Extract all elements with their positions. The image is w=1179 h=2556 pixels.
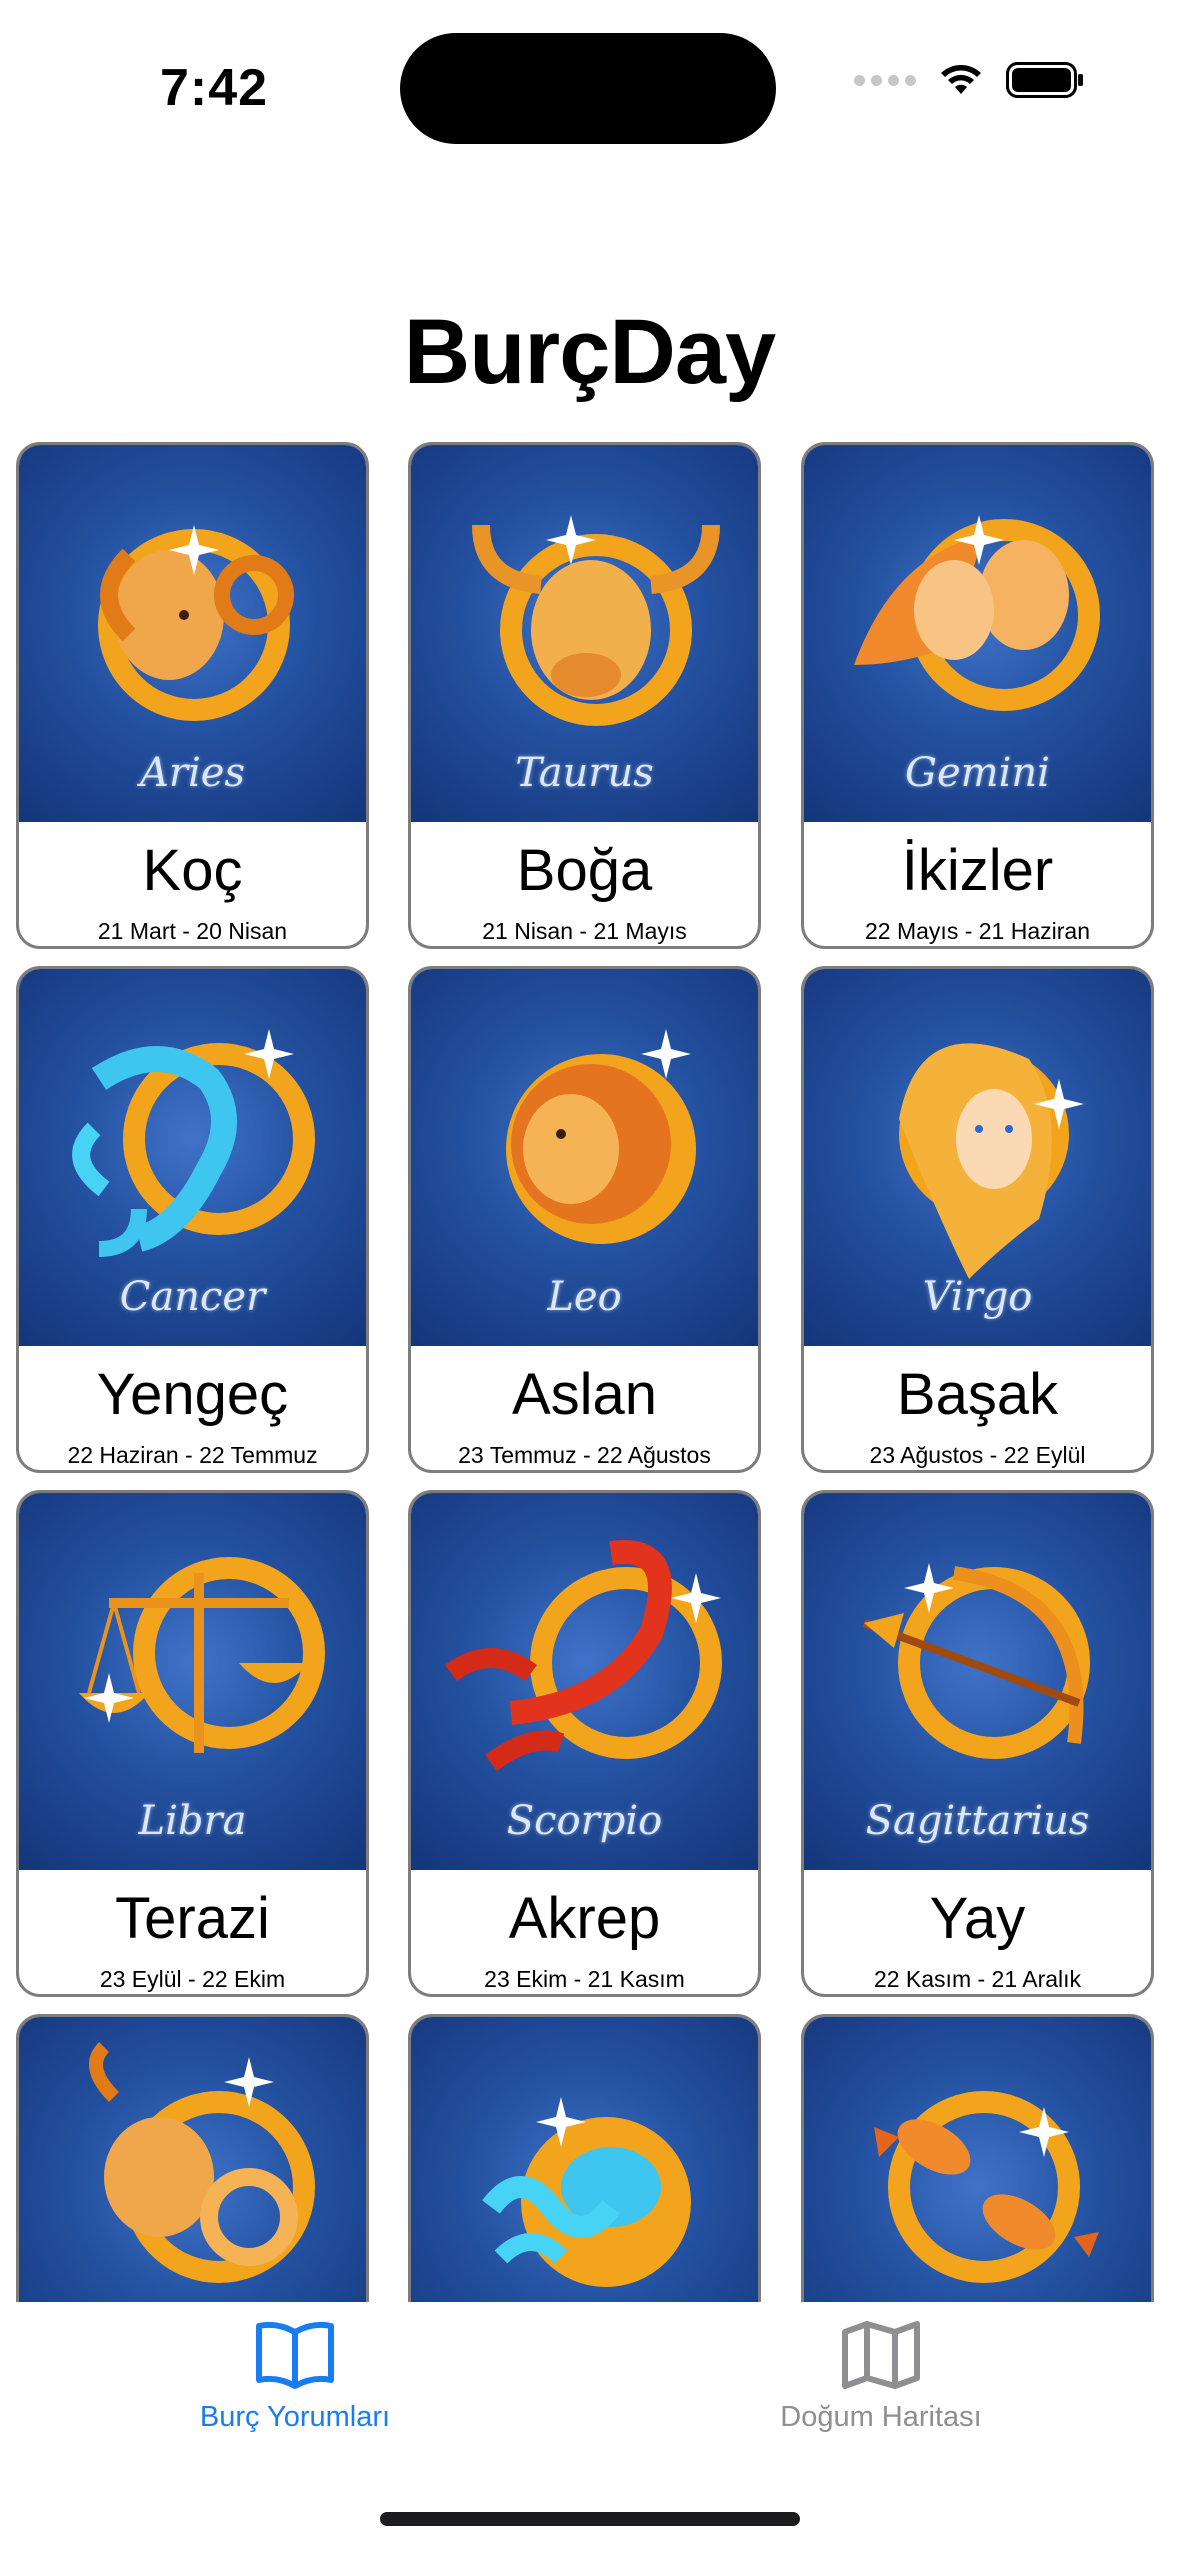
maiden-icon: Virgo xyxy=(804,969,1151,1346)
book-icon xyxy=(256,2321,334,2389)
sign-name: Aslan xyxy=(511,1362,658,1427)
sign-dates: 22 Kasım - 21 Aralık xyxy=(873,1966,1082,1992)
bull-icon: Taurus xyxy=(411,445,758,822)
crab-icon: Cancer xyxy=(19,969,366,1346)
sign-dates: 23 Eylül - 22 Ekim xyxy=(99,1966,286,1992)
sign-dates: 22 Haziran - 22 Temmuz xyxy=(67,1442,318,1468)
wifi-icon xyxy=(941,65,981,94)
zodiac-card-sagittarius[interactable]: Sagittarius Yay 22 Kasım - 21 Aralık xyxy=(801,1490,1154,1997)
sign-dates: 23 Temmuz - 22 Ağustos xyxy=(458,1442,711,1468)
sign-dates: 23 Ağustos - 22 Eylül xyxy=(869,1442,1086,1468)
goat-icon xyxy=(19,2017,366,2302)
tab-burc-yorumlari[interactable]: Burç Yorumları xyxy=(125,2320,465,2434)
status-time: 7:42 xyxy=(160,59,269,117)
zodiac-card-gemini[interactable]: Gemini İkizler 22 Mayıs - 21 Haziran xyxy=(801,442,1154,949)
zodiac-card-virgo[interactable]: Virgo Başak 23 Ağustos - 22 Eylül xyxy=(801,966,1154,1473)
zodiac-card-taurus[interactable]: Taurus Boğa 21 Nisan - 21 Mayıs xyxy=(408,442,761,949)
zodiac-card-scorpio[interactable]: Scorpio Akrep 23 Ekim - 21 Kasım xyxy=(408,1490,761,1997)
sign-dates: 22 Mayıs - 21 Haziran xyxy=(865,918,1090,944)
status-icons xyxy=(854,62,1084,98)
zodiac-grid[interactable]: Aries Koç 21 Mart - 20 Nisan Taurus Boğa… xyxy=(16,442,1164,2302)
sign-name: Akrep xyxy=(508,1886,661,1951)
sign-name: Yay xyxy=(929,1886,1026,1951)
zodiac-card-aquarius[interactable] xyxy=(408,2014,761,2302)
signal-dots-icon xyxy=(854,74,916,86)
lion-icon: Leo xyxy=(411,969,758,1346)
water-bearer-icon xyxy=(411,2017,758,2302)
home-indicator[interactable] xyxy=(380,2512,800,2526)
zodiac-card-pisces[interactable] xyxy=(801,2014,1154,2302)
sign-dates: 21 Mart - 20 Nisan xyxy=(97,918,288,944)
fish-icon xyxy=(804,2017,1151,2302)
zodiac-card-leo[interactable]: Leo Aslan 23 Temmuz - 22 Ağustos xyxy=(408,966,761,1473)
zodiac-card-libra[interactable]: Libra Terazi 23 Eylül - 22 Ekim xyxy=(16,1490,369,1997)
sign-name: Yengeç xyxy=(96,1362,289,1427)
sign-name: Koç xyxy=(142,838,243,903)
dynamic-island xyxy=(400,33,776,144)
sign-name: İkizler xyxy=(901,838,1054,903)
bow-icon: Sagittarius xyxy=(804,1493,1151,1870)
scorpion-icon: Scorpio xyxy=(411,1493,758,1870)
tab-label: Doğum Haritası xyxy=(780,2401,982,2433)
tab-dogum-haritasi[interactable]: Doğum Haritası xyxy=(711,2320,1051,2434)
sign-dates: 23 Ekim - 21 Kasım xyxy=(484,1966,685,1992)
sign-name: Terazi xyxy=(115,1886,270,1951)
map-icon xyxy=(842,2321,920,2389)
twins-icon: Gemini xyxy=(804,445,1151,822)
zodiac-card-aries[interactable]: Aries Koç 21 Mart - 20 Nisan xyxy=(16,442,369,949)
zodiac-card-capricorn[interactable] xyxy=(16,2014,369,2302)
sign-dates: 21 Nisan - 21 Mayıs xyxy=(482,918,687,944)
page-title: BurçDay xyxy=(403,301,776,403)
ram-icon: Aries xyxy=(19,445,366,822)
battery-icon xyxy=(1006,62,1083,98)
sign-name: Boğa xyxy=(516,838,653,903)
tab-label: Burç Yorumları xyxy=(199,2401,391,2433)
status-bar: 7:42 xyxy=(0,0,1179,170)
zodiac-card-cancer[interactable]: Cancer Yengeç 22 Haziran - 22 Temmuz xyxy=(16,966,369,1473)
scales-icon: Libra xyxy=(19,1493,366,1870)
sign-name: Başak xyxy=(896,1362,1059,1427)
